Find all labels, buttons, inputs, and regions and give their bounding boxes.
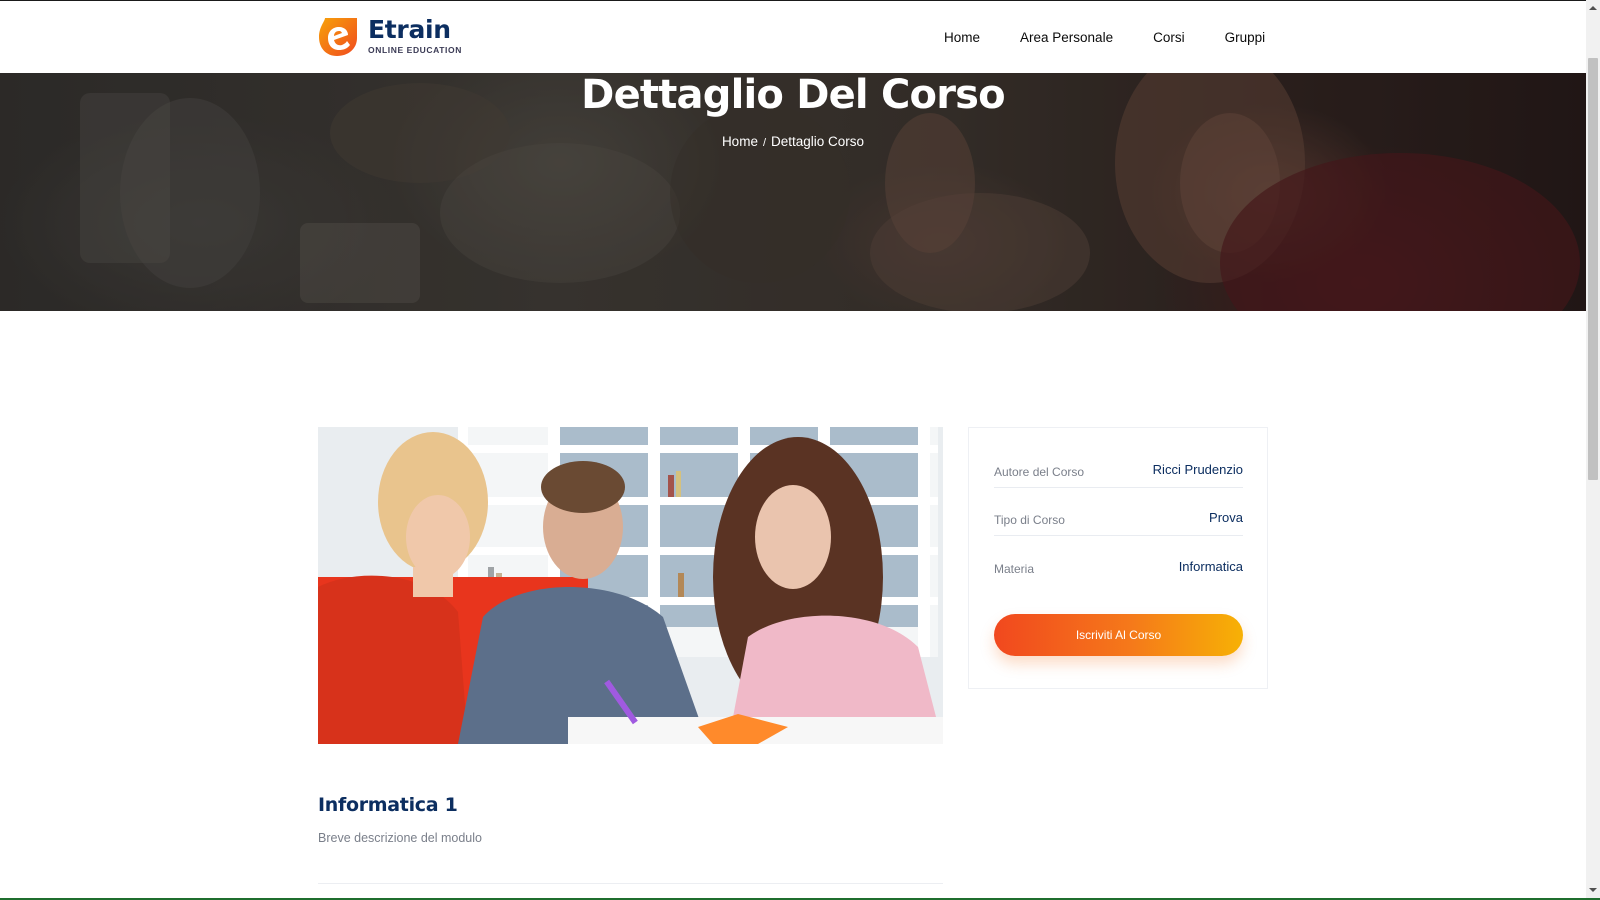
author-value: Ricci Prudenzio — [1152, 462, 1243, 477]
course-image — [318, 427, 943, 744]
breadcrumb-home-link[interactable]: Home — [722, 134, 758, 149]
logo[interactable]: Etrain ONLINE EDUCATION — [317, 16, 462, 56]
main-nav: Home Area Personale Corsi Gruppi — [944, 30, 1265, 46]
scroll-up-arrow-icon[interactable] — [1586, 2, 1600, 14]
info-row-author: Autore del Corso Ricci Prudenzio — [994, 440, 1243, 488]
module-divider — [318, 883, 943, 884]
brand-tagline: ONLINE EDUCATION — [368, 45, 462, 55]
info-row-subject: Materia Informatica — [994, 536, 1243, 584]
type-label: Tipo di Corso — [994, 513, 1065, 527]
course-info-card: Autore del Corso Ricci Prudenzio Tipo di… — [968, 427, 1268, 689]
breadcrumb-current: Dettaglio Corso — [771, 134, 865, 149]
nav-item-home[interactable]: Home — [944, 30, 980, 46]
author-label: Autore del Corso — [994, 465, 1085, 479]
nav-item-area-personale[interactable]: Area Personale — [1020, 30, 1113, 46]
students-studying-photo-icon — [318, 427, 943, 744]
type-value: Prova — [1209, 510, 1243, 525]
scroll-down-arrow-icon[interactable] — [1586, 884, 1600, 896]
enroll-button[interactable]: Iscriviti Al Corso — [994, 614, 1243, 656]
breadcrumb-separator: / — [762, 137, 767, 149]
subject-value: Informatica — [1178, 559, 1243, 574]
module-title: Informatica 1 — [318, 794, 458, 816]
page-title: Dettaglio Del Corso — [581, 72, 1005, 118]
info-row-type: Tipo di Corso Prova — [994, 488, 1243, 536]
nav-item-corsi[interactable]: Corsi — [1153, 30, 1185, 46]
module-description: Breve descrizione del modulo — [318, 831, 482, 845]
brand-name: Etrain — [368, 15, 451, 44]
nav-item-gruppi[interactable]: Gruppi — [1225, 30, 1266, 46]
breadcrumb: Home / Dettaglio Corso — [0, 134, 1586, 151]
scrollbar-thumb[interactable] — [1588, 58, 1598, 480]
subject-label: Materia — [994, 562, 1035, 576]
site-header: Etrain ONLINE EDUCATION Home Area Person… — [0, 1, 1586, 73]
vertical-scrollbar[interactable] — [1586, 0, 1600, 898]
etrain-logo-icon — [319, 18, 357, 56]
